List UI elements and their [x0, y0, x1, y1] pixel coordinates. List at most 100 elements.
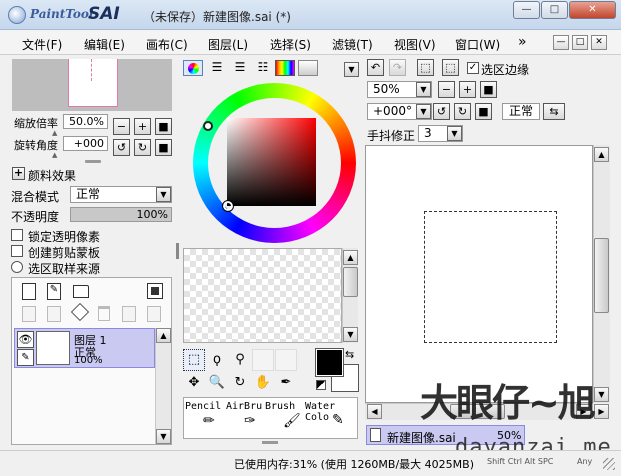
- new-layer-icon[interactable]: [22, 283, 36, 300]
- reset-colors-icon[interactable]: [316, 380, 326, 390]
- hsv-slider-tab-icon[interactable]: ☰: [230, 60, 250, 76]
- zoom-out-button[interactable]: −: [113, 118, 130, 135]
- canvas-blend-button[interactable]: 正常: [502, 103, 540, 120]
- rgb-slider-tab-icon[interactable]: ☰: [207, 60, 227, 76]
- layer-scroll-down-button[interactable]: ▼: [156, 429, 171, 444]
- hand-tool-icon[interactable]: ✋: [252, 372, 274, 394]
- brush-pencil[interactable]: Pencil: [185, 401, 221, 412]
- mdi-minimize-button[interactable]: —: [553, 35, 569, 50]
- close-button[interactable]: ✕: [569, 1, 616, 19]
- swatch-list-tab-icon[interactable]: ☷: [253, 60, 273, 76]
- blend-mode-dropdown-icon[interactable]: ▼: [156, 187, 171, 202]
- rect-select-tool-icon[interactable]: ⬚: [183, 349, 205, 371]
- blend-mode-label: 混合模式: [11, 190, 60, 204]
- menu-layer[interactable]: 图层(L): [208, 36, 248, 53]
- layer-scrollbar[interactable]: [155, 328, 171, 444]
- app-logo-icon: [8, 6, 26, 24]
- menu-filter[interactable]: 滤镜(T): [332, 36, 373, 53]
- zoom-reset-button[interactable]: ■: [155, 118, 172, 135]
- canvas-toolbar-menu-icon[interactable]: ▼: [344, 62, 359, 77]
- menu-window[interactable]: 窗口(W): [455, 36, 500, 53]
- menu-file[interactable]: 文件(F): [22, 36, 62, 53]
- move-tool-icon[interactable]: ✥: [183, 372, 205, 394]
- canvas-zoom-in-button[interactable]: +: [459, 81, 476, 98]
- layer-brush-icon[interactable]: ✎: [17, 349, 34, 366]
- swap-colors-icon[interactable]: ⇆: [345, 348, 354, 361]
- undo-button[interactable]: ↶: [367, 59, 384, 76]
- color-wheel-tab-icon[interactable]: [183, 60, 203, 76]
- zoom-value[interactable]: 50.0%: [63, 114, 108, 129]
- canvas-scroll-down-button[interactable]: ▼: [594, 387, 609, 402]
- zoom-slider-thumb[interactable]: ▲: [52, 129, 57, 137]
- layer-visibility-icon[interactable]: 👁: [17, 331, 34, 348]
- panel-splitter[interactable]: [85, 160, 101, 163]
- selection-source-radio[interactable]: [11, 261, 23, 273]
- rotate-left-button[interactable]: ↺: [113, 139, 130, 156]
- canvas-document[interactable]: [424, 211, 557, 343]
- canvas-rotate-right-button[interactable]: ↻: [454, 103, 471, 120]
- canvas-vscroll-thumb[interactable]: [594, 238, 609, 313]
- magic-wand-icon[interactable]: ⚲: [229, 349, 251, 371]
- swatch-grid-tab-icon[interactable]: [275, 60, 295, 76]
- rotate-slider-thumb[interactable]: ▲: [52, 151, 57, 159]
- primary-color-swatch[interactable]: [315, 348, 344, 377]
- opacity-slider[interactable]: 100%: [70, 207, 172, 222]
- rotate-value[interactable]: +000: [63, 136, 108, 151]
- layer-mask-icon[interactable]: [147, 283, 163, 299]
- scratch-scroll-up-button[interactable]: ▲: [343, 250, 358, 265]
- canvas-rotate-reset-button[interactable]: ■: [475, 103, 492, 120]
- menu-more[interactable]: »: [518, 34, 527, 50]
- canvas-scroll-up-button[interactable]: ▲: [594, 147, 609, 162]
- zoom-in-button[interactable]: +: [134, 118, 151, 135]
- deselect-button[interactable]: ⬚: [417, 59, 434, 76]
- lock-alpha-checkbox[interactable]: [11, 229, 23, 241]
- hue-ring-marker[interactable]: [203, 121, 213, 131]
- brush-icon: 🖌: [283, 413, 301, 429]
- new-folder-icon[interactable]: [73, 285, 89, 298]
- menu-select[interactable]: 选择(S): [270, 36, 311, 53]
- zoom-tool-icon[interactable]: 🔍: [206, 372, 228, 394]
- sv-marker[interactable]: [222, 200, 234, 212]
- maximize-button[interactable]: □: [541, 1, 568, 19]
- panel-resize-handle[interactable]: [176, 243, 179, 259]
- scratch-scroll-down-button[interactable]: ▼: [343, 327, 358, 342]
- canvas-rotate-left-button[interactable]: ↺: [433, 103, 450, 120]
- canvas-corner-button[interactable]: ▶: [594, 404, 609, 419]
- navigator-viewport[interactable]: [68, 59, 118, 107]
- canvas-rotate-dropdown-icon[interactable]: ▼: [416, 104, 431, 119]
- rotate-right-button[interactable]: ↻: [134, 139, 151, 156]
- canvas-zoom-out-button[interactable]: −: [438, 81, 455, 98]
- flip-horizontal-button[interactable]: ⇆: [543, 103, 565, 120]
- brush-brush[interactable]: Brush: [265, 401, 295, 412]
- saturation-value-square[interactable]: [227, 118, 316, 206]
- lasso-tool-icon[interactable]: ϙ: [206, 349, 228, 371]
- pencil-icon: ✏: [203, 413, 215, 429]
- selection-edge-checkbox[interactable]: ✓: [467, 62, 479, 74]
- brush-water[interactable]: Water: [305, 401, 335, 412]
- menu-canvas[interactable]: 画布(C): [146, 36, 188, 53]
- brush-airbrush[interactable]: AirBru: [226, 401, 262, 412]
- resize-grip-icon[interactable]: [603, 458, 615, 470]
- scratchpad-tab-icon[interactable]: [298, 60, 318, 76]
- clipping-checkbox[interactable]: [11, 245, 23, 257]
- brush-water-sub: Colo: [305, 412, 330, 423]
- canvas-scroll-left-button[interactable]: ◀: [367, 404, 382, 419]
- layer-scroll-up-button[interactable]: ▲: [156, 328, 171, 343]
- scratch-scroll-thumb[interactable]: [343, 267, 358, 297]
- rotate-reset-button[interactable]: ■: [155, 139, 172, 156]
- mdi-close-button[interactable]: ✕: [591, 35, 607, 50]
- eyedropper-tool-icon[interactable]: ✒: [275, 372, 297, 394]
- mdi-maximize-button[interactable]: □: [572, 35, 588, 50]
- menu-view[interactable]: 视图(V): [394, 36, 436, 53]
- menu-edit[interactable]: 编辑(E): [84, 36, 125, 53]
- expand-effects-icon[interactable]: +: [12, 167, 25, 180]
- minimize-button[interactable]: —: [513, 1, 540, 19]
- scratch-pad[interactable]: [183, 248, 342, 343]
- canvas-zoom-dropdown-icon[interactable]: ▼: [416, 82, 431, 97]
- brush-panel-splitter[interactable]: [262, 441, 278, 444]
- rotate-tool-icon[interactable]: ↻: [229, 372, 251, 394]
- canvas-zoom-reset-button[interactable]: ■: [480, 81, 497, 98]
- stabilizer-dropdown-icon[interactable]: ▼: [447, 126, 462, 141]
- new-linework-layer-icon[interactable]: ✎: [47, 283, 61, 300]
- invert-selection-button[interactable]: ⬚: [442, 59, 459, 76]
